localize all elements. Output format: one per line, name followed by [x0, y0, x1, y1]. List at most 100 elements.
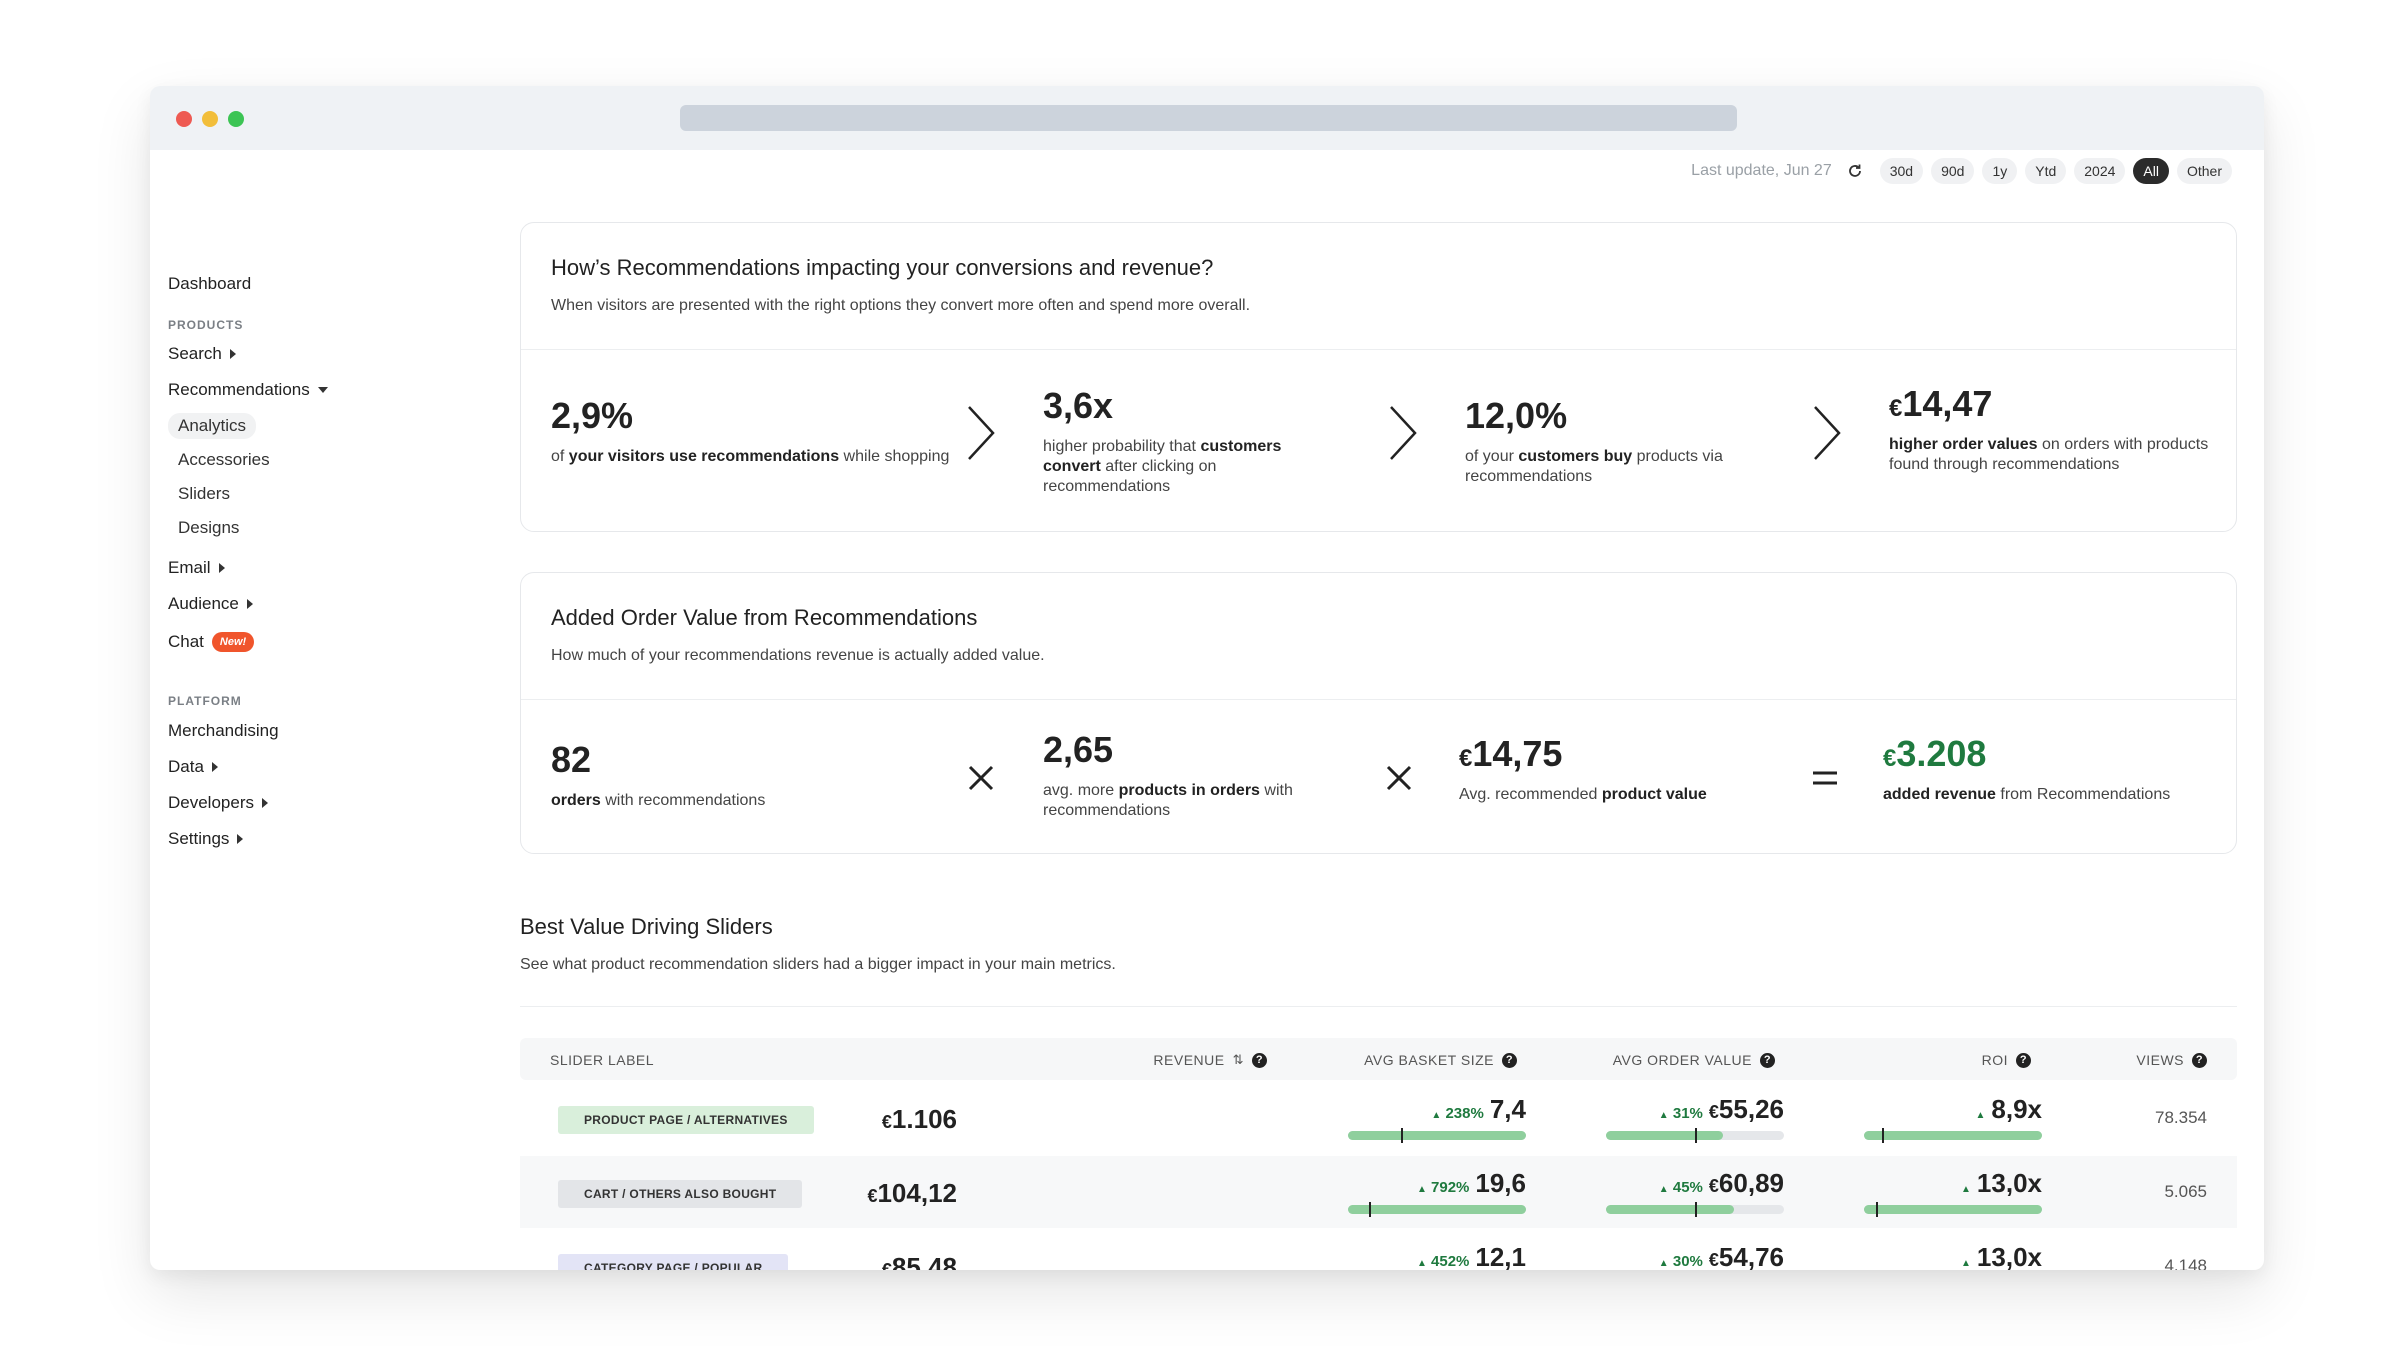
multiply-icon: [1379, 748, 1419, 808]
metric-value: €14,75: [1459, 733, 1563, 774]
header-revenue[interactable]: REVENUE ⇅?: [1153, 1052, 1267, 1068]
sliders-table-header: SLIDER LABEL REVENUE ⇅? AVG BASKET SIZE? …: [520, 1038, 2237, 1080]
metric-value: €14,47: [1889, 383, 1993, 424]
help-icon[interactable]: ?: [1760, 1052, 1775, 1068]
help-icon[interactable]: ?: [2192, 1052, 2207, 1068]
progress-fill: [1348, 1205, 1526, 1214]
impact-title: How’s Recommendations impacting your con…: [551, 255, 1214, 280]
header-views[interactable]: VIEWS?: [2136, 1052, 2207, 1068]
benchmark-marker: [1695, 1128, 1697, 1143]
trend-up-icon: ▲: [1961, 1258, 1971, 1269]
header-roi[interactable]: ROI?: [1982, 1052, 2031, 1068]
help-icon[interactable]: ?: [2016, 1052, 2031, 1068]
sidebar-item-recommendations[interactable]: Recommendations: [168, 380, 328, 400]
product-value-metric: €14,75 Avg. recommended product value: [1459, 733, 1779, 805]
table-row[interactable]: CATEGORY PAGE / POPULAR €85,48 ▲ 452% 12…: [520, 1230, 2237, 1270]
progress-bar: [1864, 1202, 2042, 1217]
sidebar-item-chat[interactable]: Chat New!: [168, 632, 255, 652]
sidebar-item-developers[interactable]: Developers: [168, 793, 268, 813]
order-value-metric: €14,47 higher order values on orders wit…: [1889, 383, 2209, 475]
order-cell: ▲ 30% €54,76: [1606, 1242, 1784, 1270]
range-1y-button[interactable]: 1y: [1982, 158, 2018, 184]
caret-right-icon: [229, 349, 236, 359]
title-bar: [150, 86, 2264, 150]
sidebar-item-label: Data: [168, 757, 204, 776]
visitors-metric: 2,9% of your visitors use recommendation…: [551, 395, 951, 467]
progress-fill: [1606, 1131, 1724, 1140]
progress-fill: [1348, 1131, 1526, 1140]
progress-bar: [1606, 1202, 1784, 1217]
url-bar[interactable]: [680, 105, 1737, 131]
header-slider-label[interactable]: SLIDER LABEL: [550, 1052, 654, 1068]
delta-badge: ▲ 452%: [1416, 1253, 1470, 1270]
sidebar-item-label: Settings: [168, 829, 230, 848]
sidebar-item-label: Search: [168, 344, 222, 363]
added-value-subtitle: How much of your recommendations revenue…: [551, 647, 1045, 664]
range-90d-button[interactable]: 90d: [1931, 158, 1975, 184]
sidebar-item-search[interactable]: Search: [168, 344, 236, 364]
range-2024-button[interactable]: 2024: [2074, 158, 2126, 184]
slider-label-tag[interactable]: CART / OTHERS ALSO BOUGHT: [558, 1180, 803, 1208]
caret-right-icon: [262, 798, 268, 808]
refresh-icon[interactable]: [1844, 160, 1866, 182]
sidebar-item-email[interactable]: Email: [168, 558, 225, 578]
progress-bar: [1348, 1202, 1526, 1217]
metric-value: 7,4: [1489, 1094, 1526, 1124]
browser-window: Last update, Jun 27 30d 90d 1y Ytd 2024 …: [150, 86, 2264, 1270]
metric-value: 8,9x: [1991, 1094, 2042, 1124]
new-badge: New!: [211, 632, 255, 652]
range-30d-button[interactable]: 30d: [1879, 158, 1924, 184]
metric-value: €3.208: [1883, 733, 1987, 774]
slider-label-tag[interactable]: PRODUCT PAGE / ALTERNATIVES: [558, 1106, 814, 1134]
sidebar-item-settings[interactable]: Settings: [168, 829, 244, 849]
impact-subtitle: When visitors are presented with the rig…: [551, 297, 1251, 314]
range-all-button[interactable]: All: [2133, 158, 2169, 184]
order-cell: ▲ 31% €55,26: [1606, 1094, 1784, 1143]
table-row[interactable]: PRODUCT PAGE / ALTERNATIVES €1.106 ▲ 238…: [520, 1082, 2237, 1154]
sidebar-subitem-sliders[interactable]: Sliders: [168, 481, 240, 507]
sidebar-item-audience[interactable]: Audience: [168, 594, 253, 614]
sidebar-subitem-designs[interactable]: Designs: [168, 515, 249, 541]
range-other-button[interactable]: Other: [2176, 158, 2232, 184]
last-update-text: Last update, Jun 27: [1691, 162, 1832, 179]
benchmark-marker: [1876, 1202, 1879, 1217]
sidebar-item-merchandising[interactable]: Merchandising: [168, 721, 279, 741]
benchmark-marker: [1695, 1202, 1697, 1217]
basket-cell: ▲ 452% 12,1: [1348, 1242, 1526, 1270]
metric-value: €54,76: [1708, 1242, 1784, 1270]
sidebar-item-label: Email: [168, 558, 211, 577]
range-ytd-button[interactable]: Ytd: [2025, 158, 2067, 184]
table-row[interactable]: CART / OTHERS ALSO BOUGHT €104,12 ▲ 792%…: [520, 1156, 2237, 1228]
header-basket-size[interactable]: AVG BASKET SIZE?: [1364, 1052, 1517, 1068]
progress-bar: [1606, 1128, 1784, 1143]
close-window-button[interactable]: [176, 111, 192, 127]
revenue-value: €1.106: [881, 1104, 957, 1134]
metric-description: added revenue from Recommendations: [1883, 786, 2171, 803]
metric-description: of your visitors use recommendations whi…: [551, 448, 950, 465]
maximize-window-button[interactable]: [228, 111, 244, 127]
added-value-title: Added Order Value from Recommendations: [551, 605, 978, 630]
sidebar-item-dashboard[interactable]: Dashboard: [168, 274, 251, 294]
progress-fill: [1864, 1131, 2042, 1140]
sidebar-item-data[interactable]: Data: [168, 757, 218, 777]
metric-value: 19,6: [1475, 1168, 1526, 1198]
sidebar-subitem-accessories[interactable]: Accessories: [168, 447, 280, 473]
added-value-card: Added Order Value from Recommendations H…: [520, 572, 2237, 854]
header-order-value[interactable]: AVG ORDER VALUE?: [1613, 1052, 1775, 1068]
revenue-value: €85,48: [881, 1252, 957, 1270]
caret-right-icon: [218, 563, 225, 573]
chevron-right-icon: [1383, 403, 1423, 463]
minimize-window-button[interactable]: [202, 111, 218, 127]
sort-icon[interactable]: ⇅: [1233, 1052, 1244, 1068]
sidebar-item-label: Chat: [168, 632, 204, 651]
caret-right-icon: [211, 762, 218, 772]
views-value: 5.065: [2164, 1182, 2207, 1201]
basket-cell: ▲ 792% 19,6: [1348, 1168, 1526, 1217]
sidebar-item-label: Dashboard: [168, 274, 252, 293]
slider-label-tag[interactable]: CATEGORY PAGE / POPULAR: [558, 1254, 789, 1270]
metric-description: orders with recommendations: [551, 792, 766, 809]
help-icon[interactable]: ?: [1502, 1052, 1517, 1068]
help-icon[interactable]: ?: [1252, 1052, 1267, 1068]
sidebar-subitem-analytics[interactable]: Analytics: [168, 413, 257, 439]
trend-up-icon: ▲: [1961, 1184, 1971, 1195]
